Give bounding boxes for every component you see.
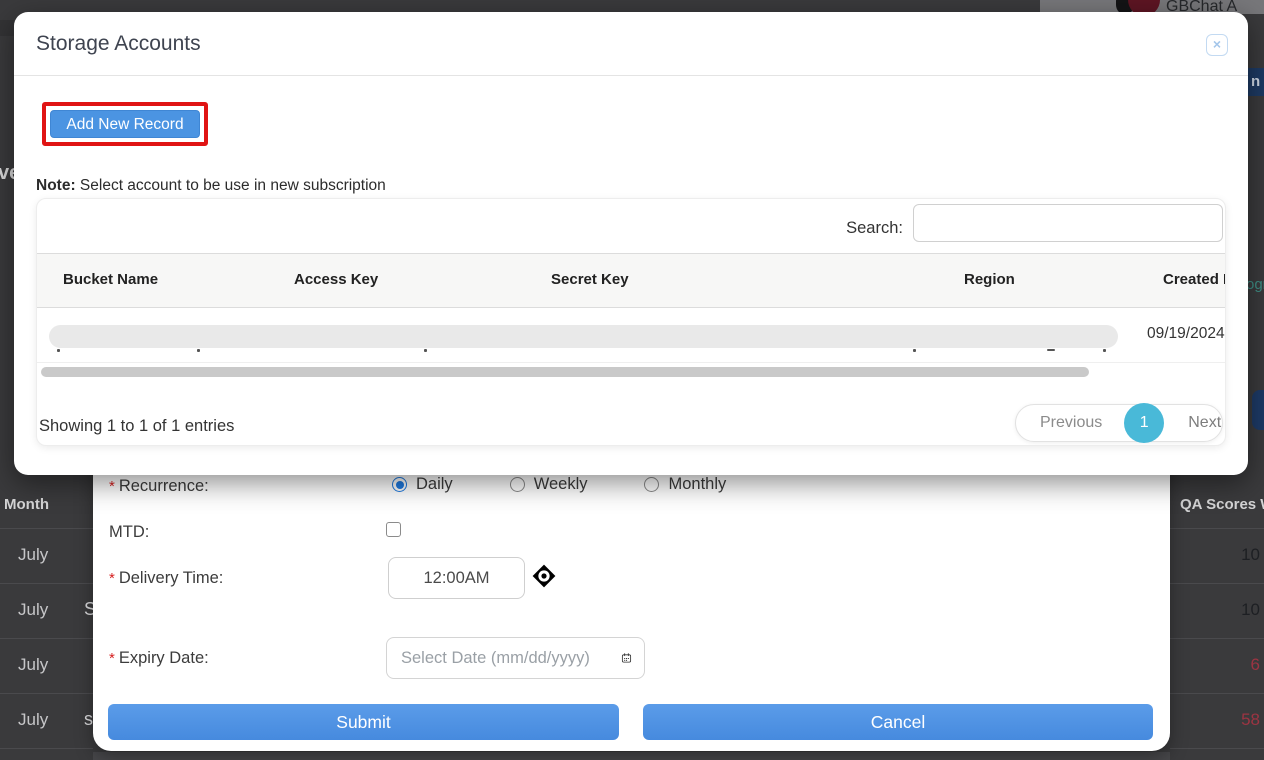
table-cell-month: July [18,545,48,565]
mtd-label: MTD: [109,523,149,541]
calendar-icon[interactable] [621,647,632,669]
column-header-access-key[interactable]: Access Key [294,271,378,288]
screen: GBChat A ve n ogr Month July July S July… [0,0,1264,760]
background-band [0,20,14,36]
note-label: Note: [36,177,76,194]
table-cell-score: 10 [1241,600,1260,620]
table-cell-score: 10 [1241,545,1260,565]
search-label: Search: [846,219,903,238]
page-1-button[interactable]: 1 [1124,403,1164,443]
radio-option-monthly[interactable]: Monthly [644,475,726,494]
column-header-qa-scores: QA Scores W [1180,485,1264,525]
search-input[interactable] [913,204,1223,242]
pagination: Previous 1 Next [1015,404,1223,442]
note-text: Note: Select account to be use in new su… [36,177,386,195]
modal-title: Storage Accounts [36,32,201,56]
radio-weekly-icon[interactable] [510,477,525,492]
recurrence-radio-group: Daily Weekly Monthly [392,475,726,494]
next-page-button[interactable]: Next [1188,414,1221,432]
background-nav-fragment: n [1248,68,1264,96]
previous-page-button[interactable]: Previous [1040,414,1102,432]
background-link-fragment: ogr [1246,276,1264,293]
cancel-button[interactable]: Cancel [643,704,1153,740]
expiry-date-field[interactable] [386,637,645,679]
radio-monthly-icon[interactable] [644,477,659,492]
required-marker: * [109,478,115,495]
table-cell-score: 58 [1241,710,1260,730]
column-header-created-date[interactable]: Created Date [1163,271,1226,288]
mtd-checkbox[interactable] [386,522,401,537]
delivery-time-label: *Delivery Time: [109,569,223,587]
created-date-cell: 09/19/2024 [1147,325,1225,343]
background-table-qa-column: QA Scores W 10 10 6 58 [1170,475,1264,760]
table-cell-score: 6 [1251,655,1260,675]
close-icon[interactable]: × [1206,34,1228,56]
expiry-date-input[interactable] [401,649,621,668]
add-new-record-highlight: Add New Record [42,102,208,146]
subscription-form-modal: *Recurrence: Daily Weekly Monthly MTD: [93,440,1170,751]
add-new-record-button[interactable]: Add New Record [50,110,200,138]
radio-daily-icon[interactable] [392,477,407,492]
horizontal-scrollbar[interactable] [41,367,1089,377]
table-header-row: Bucket Name Access Key Secret Key Region… [37,253,1225,308]
radio-option-daily[interactable]: Daily [392,475,453,494]
showing-entries-text: Showing 1 to 1 of 1 entries [39,417,234,436]
accounts-table-card: Search: Bucket Name Access Key Secret Ke… [36,198,1226,446]
column-header-secret-key[interactable]: Secret Key [551,271,629,288]
column-header-bucket-name[interactable]: Bucket Name [63,271,158,288]
expiry-date-label: *Expiry Date: [109,649,209,667]
time-picker-icon[interactable] [531,563,557,589]
column-header-month: Month [4,485,49,525]
table-cell-month: July [18,600,48,620]
radio-option-weekly[interactable]: Weekly [510,475,588,494]
submit-button[interactable]: Submit [108,704,619,740]
storage-accounts-modal: Storage Accounts × Add New Record Note: … [14,12,1248,475]
background-button-fragment [1252,390,1264,430]
column-header-region[interactable]: Region [964,271,1015,288]
table-cell-month: July [18,710,48,730]
table-row[interactable]: 09/19/2024 [37,309,1225,363]
background-scrollbar [0,752,1264,760]
table-cell-month: July [18,655,48,675]
background-table-month-column: Month July July S July July s [0,475,93,760]
delivery-time-input[interactable] [388,557,525,599]
recurrence-label: *Recurrence: [109,477,209,495]
modal-header: Storage Accounts × [14,12,1248,76]
redacted-account-data [49,325,1118,348]
